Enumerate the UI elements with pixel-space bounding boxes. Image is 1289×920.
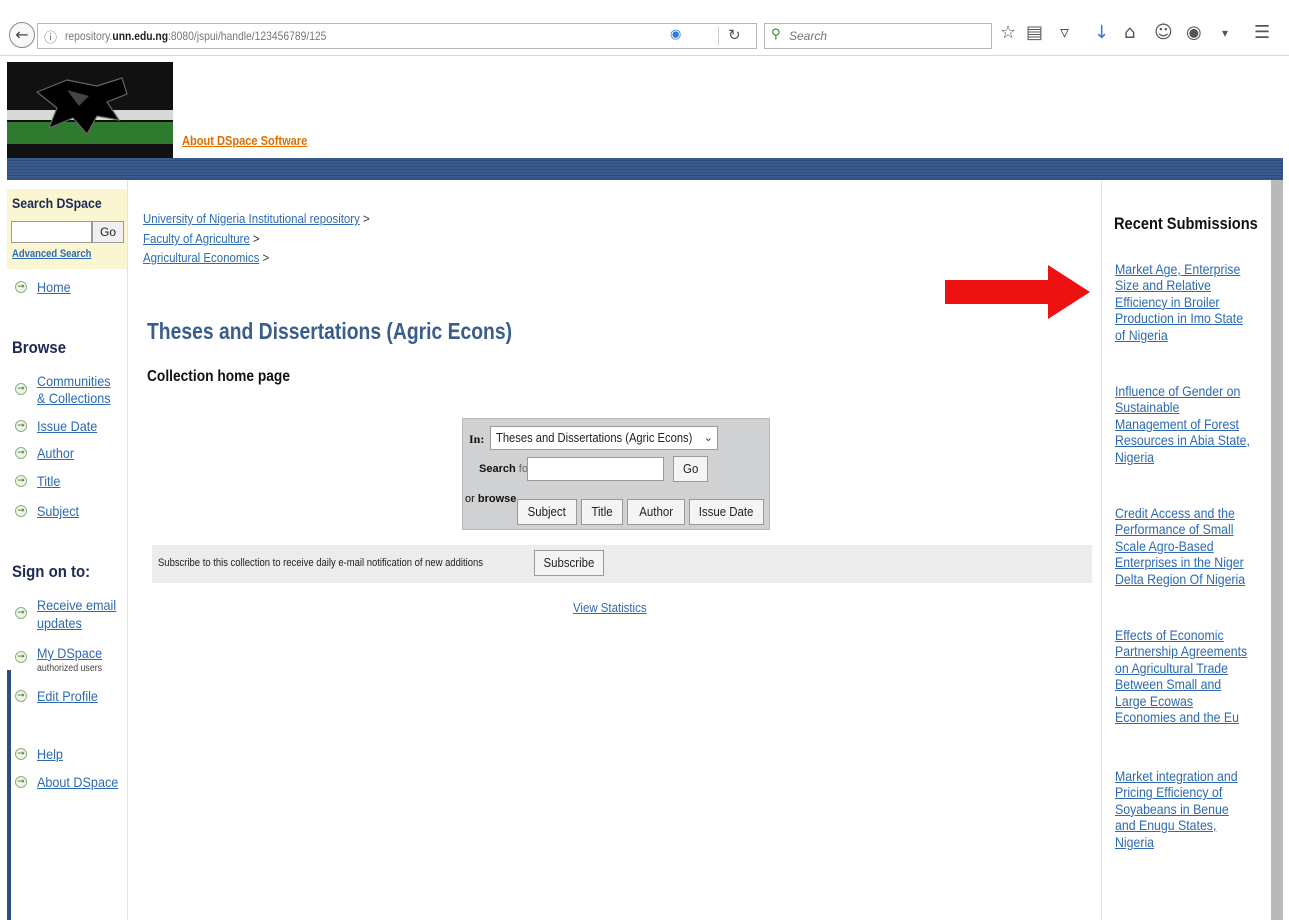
breadcrumb-link-repository[interactable]: University of Nigeria Institutional repo… [143, 211, 360, 226]
chat-icon[interactable]: ☺ [1154, 22, 1173, 43]
recent-submission-link[interactable]: Market integration and Pricing Efficienc… [1115, 768, 1275, 850]
arrow-circle-icon: ➞ [15, 607, 27, 619]
search-for-label: Search for [479, 463, 532, 475]
collection-search-input[interactable] [527, 457, 664, 481]
collection-home-heading: Collection home page [147, 368, 290, 385]
nav-stripe [7, 158, 1283, 180]
url-text: repository.unn.edu.ng:8080/jspui/handle/… [65, 29, 327, 43]
arrow-circle-icon: ➞ [15, 420, 27, 432]
sidebar-search-input[interactable] [11, 221, 92, 243]
chevron-down-icon: ⌄ [703, 431, 713, 444]
recent-submissions-title: Recent Submissions [1114, 214, 1258, 233]
sidebar-go-button[interactable]: Go [92, 221, 124, 243]
download-icon[interactable]: ↓ [1094, 22, 1109, 43]
page-title: Theses and Dissertations (Agric Econs) [147, 318, 513, 344]
view-statistics-link[interactable]: View Statistics [573, 600, 647, 615]
extension-icon[interactable]: ◉ [1186, 22, 1202, 43]
breadcrumb-link-department[interactable]: Agricultural Economics [143, 250, 259, 265]
breadcrumb-item: Agricultural Economics > [143, 250, 270, 265]
arrow-circle-icon: ➞ [15, 281, 27, 293]
arrow-circle-icon: ➞ [15, 748, 27, 760]
university-logo[interactable] [7, 62, 173, 158]
arrow-circle-icon: ➞ [15, 690, 27, 702]
collection-go-button[interactable]: Go [673, 456, 708, 482]
back-arrow-icon: ← [15, 25, 29, 44]
advanced-search-link[interactable]: Advanced Search [12, 248, 91, 260]
arrow-circle-icon: ➞ [15, 505, 27, 517]
sidebar-edge [7, 670, 11, 920]
browse-author-button[interactable]: Author [627, 499, 685, 525]
site-header: About DSpace Software [7, 62, 1283, 158]
browse-title-button[interactable]: Title [581, 499, 623, 525]
eagle-crest-icon [35, 77, 128, 136]
subscribe-text: Subscribe to this collection to receive … [158, 557, 483, 569]
site-info-icon[interactable]: ⓘ [44, 27, 57, 46]
search-dspace-title: Search DSpace [12, 195, 102, 211]
authorized-users-note: authorized users [37, 663, 103, 674]
scope-select[interactable]: Theses and Dissertations (Agric Econs) ⌄ [490, 426, 718, 450]
browser-search-bar[interactable]: ⚲ [764, 23, 992, 49]
about-dspace-software-link[interactable]: About DSpace Software [182, 133, 307, 148]
star-icon[interactable]: ☆ [1000, 22, 1016, 43]
arrow-circle-icon: ➞ [15, 383, 27, 395]
breadcrumb-item: University of Nigeria Institutional repo… [143, 211, 370, 226]
browse-issue-date-button[interactable]: Issue Date [689, 499, 764, 525]
arrow-circle-icon: ➞ [15, 776, 27, 788]
recent-submission-link[interactable]: Effects of Economic Partnership Agreemen… [1115, 627, 1275, 725]
search-engine-icon: ⚲ [771, 27, 781, 42]
subscribe-bar: Subscribe to this collection to receive … [152, 545, 1092, 583]
recent-submission-link[interactable]: Market Age, Enterprise Size and Relative… [1115, 261, 1275, 343]
menu-icon[interactable]: ☰ [1254, 22, 1270, 43]
arrow-circle-icon: ➞ [15, 475, 27, 487]
reading-list-icon[interactable]: ▤ [1026, 22, 1043, 43]
browse-heading: Browse [12, 338, 67, 357]
arrow-circle-icon: ➞ [15, 651, 27, 663]
search-dspace-box: Search DSpace Go Advanced Search [7, 189, 127, 269]
recent-submission-link[interactable]: Influence of Gender on Sustainable Manag… [1115, 383, 1275, 465]
sign-on-heading: Sign on to: [12, 562, 91, 581]
browser-search-input[interactable] [789, 27, 979, 45]
browse-subject-button[interactable]: Subject [517, 499, 577, 525]
collection-search-panel: In: Theses and Dissertations (Agric Econ… [462, 418, 770, 530]
in-label: In: [469, 432, 485, 446]
or-browse-label: or browse [465, 493, 517, 505]
browser-toolbar: ← ⓘ repository.unn.edu.ng:8080/jspui/han… [0, 0, 1289, 56]
recent-submission-link[interactable]: Credit Access and the Performance of Sma… [1115, 505, 1275, 587]
arrow-circle-icon: ➞ [15, 447, 27, 459]
pocket-icon[interactable]: ▿ [1060, 22, 1069, 43]
address-bar[interactable]: ⓘ repository.unn.edu.ng:8080/jspui/handl… [37, 23, 757, 49]
reload-icon[interactable]: ↻ [728, 26, 741, 44]
divider [718, 27, 719, 45]
dropdown-icon[interactable]: ▾ [1222, 26, 1228, 40]
back-button[interactable]: ← [9, 22, 35, 48]
home-icon[interactable]: ⌂ [1124, 22, 1135, 43]
subscribe-button[interactable]: Subscribe [534, 550, 604, 576]
breadcrumb-item: Faculty of Agriculture > [143, 231, 260, 246]
tracking-icon[interactable]: ◉ [670, 27, 681, 42]
breadcrumb-link-faculty[interactable]: Faculty of Agriculture [143, 231, 250, 246]
red-arrow-icon [945, 265, 1090, 319]
